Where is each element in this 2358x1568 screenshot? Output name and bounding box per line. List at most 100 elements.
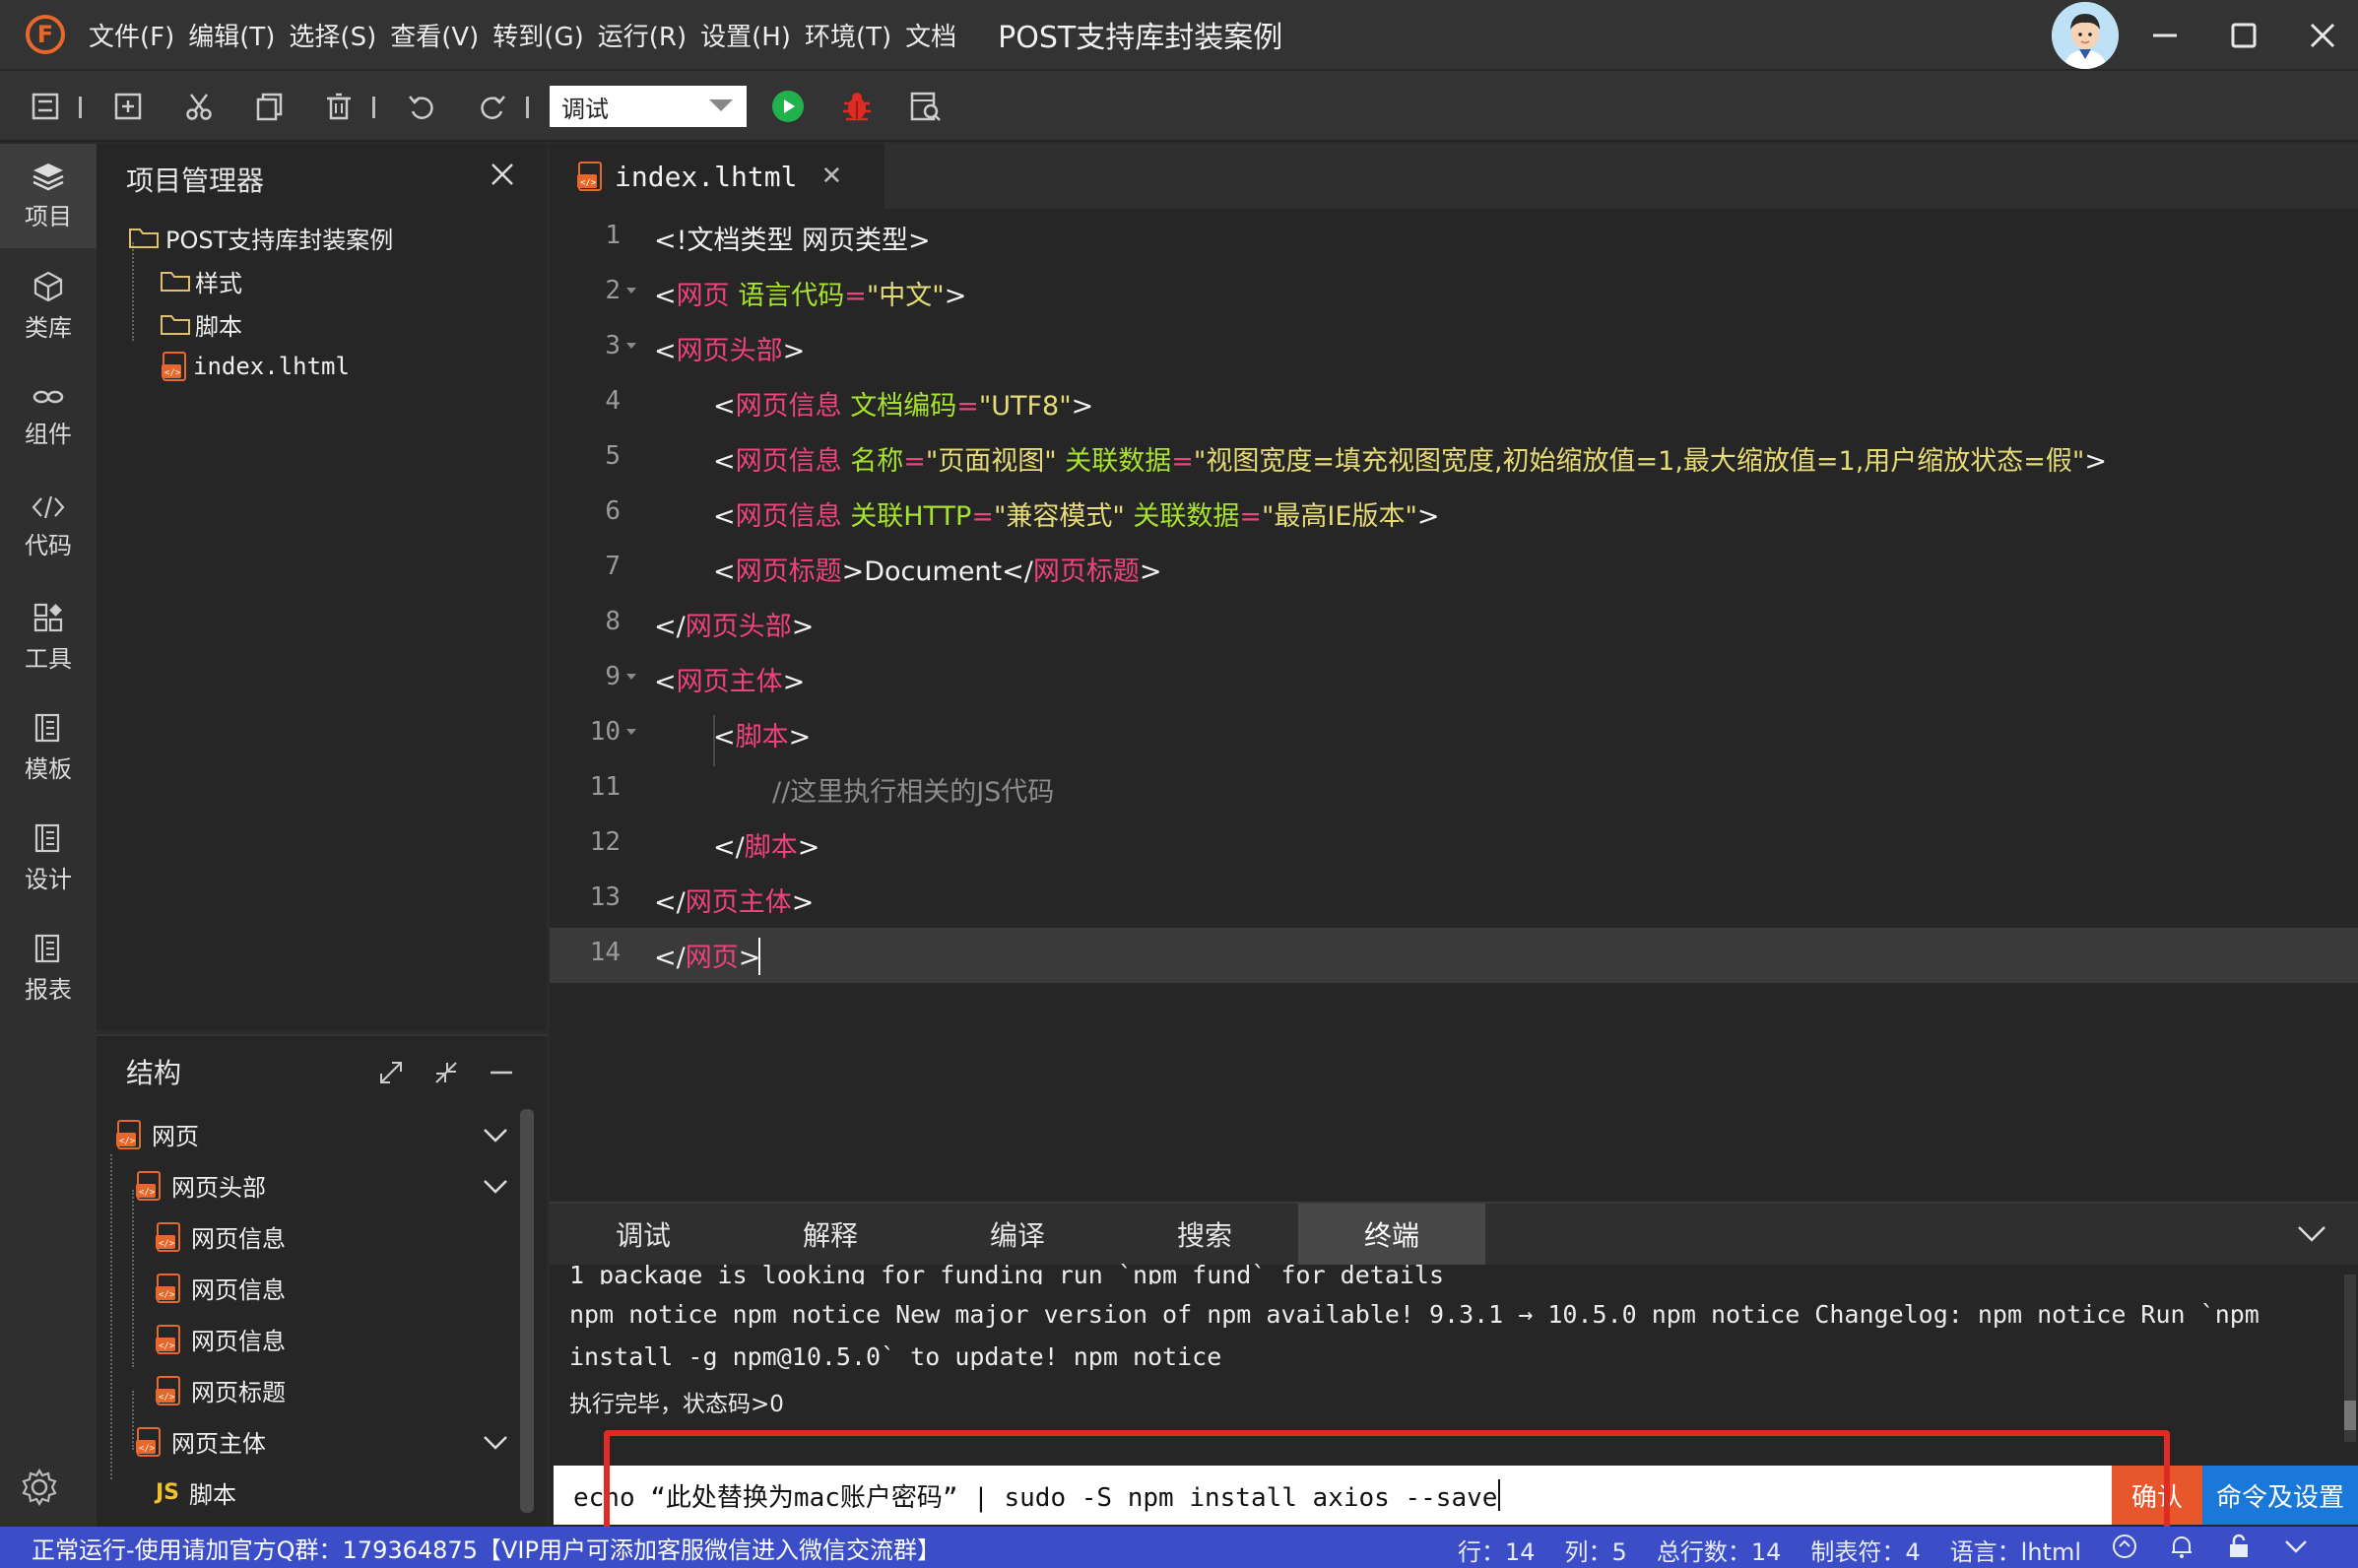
menu-file[interactable]: 文件(F)	[89, 17, 174, 53]
new-file-icon[interactable]	[110, 89, 146, 124]
menu-environment[interactable]: 环境(T)	[805, 17, 891, 53]
chevron-down-icon[interactable]	[483, 1123, 508, 1148]
structure-node-label: 网页	[152, 1123, 199, 1150]
tab-index-lhtml[interactable]: </> index.lhtml ✕	[550, 144, 884, 209]
code-tag: 网页主体	[685, 887, 792, 918]
activity-label: 组件	[25, 420, 72, 448]
sync-icon[interactable]	[2111, 1533, 2138, 1567]
structure-scrollbar[interactable]	[520, 1109, 534, 1513]
user-avatar[interactable]	[2052, 2, 2119, 69]
fold-arrow-icon[interactable]	[626, 343, 636, 349]
lock-icon[interactable]	[2225, 1533, 2253, 1567]
structure-node-head[interactable]: </> 网页头部	[134, 1168, 266, 1203]
structure-node-meta[interactable]: </> 网页信息	[154, 1271, 286, 1305]
debug-bug-icon[interactable]	[839, 89, 875, 124]
activity-label: 设计	[25, 865, 72, 893]
menu-settings[interactable]: 设置(H)	[700, 17, 791, 53]
toolbar: 调试	[0, 71, 2358, 142]
tree-item-scripts[interactable]: 脚本	[160, 307, 242, 342]
fold-arrow-icon[interactable]	[626, 674, 636, 680]
delete-icon[interactable]	[321, 89, 357, 124]
tree-item-index-file[interactable]: </> index.lhtml	[160, 351, 350, 382]
status-language: 语言：lhtml	[1949, 1538, 2081, 1566]
line-number: 13	[589, 882, 621, 912]
tab-debug[interactable]: 调试	[550, 1204, 737, 1265]
fold-arrow-icon[interactable]	[626, 288, 636, 294]
structure-node-meta[interactable]: </> 网页信息	[154, 1219, 286, 1254]
structure-node-meta[interactable]: </> 网页信息	[154, 1322, 286, 1356]
menu-docs[interactable]: 文档	[905, 17, 956, 53]
preview-search-icon[interactable]	[908, 89, 944, 124]
line-number: 14	[589, 938, 621, 967]
tree-item-project-root[interactable]: POST支持库封装案例	[128, 221, 393, 255]
structure-node-page[interactable]: </> 网页	[114, 1117, 199, 1151]
copy-icon[interactable]	[252, 89, 288, 124]
layers-icon	[33, 163, 64, 190]
svg-text:</>: </>	[139, 1444, 156, 1454]
toolbar-separator	[526, 97, 529, 118]
tab-interpret[interactable]: 解释	[737, 1204, 924, 1265]
code-line: 2 <网页 语言代码="中文">	[550, 264, 2358, 319]
activity-bar: 项目 类库 组件 代码 工具 模板 设计 报表	[0, 144, 97, 1527]
structure-node-script[interactable]: JS 脚本	[156, 1475, 236, 1510]
chevron-down-icon[interactable]	[2282, 1533, 2310, 1567]
terminal-scrollbar-thumb[interactable]	[2344, 1401, 2356, 1430]
close-icon[interactable]	[489, 158, 516, 197]
collapse-icon[interactable]	[433, 1060, 459, 1089]
activity-library[interactable]: 类库	[0, 254, 97, 359]
tab-compile[interactable]: 编译	[924, 1204, 1111, 1265]
activity-tools[interactable]: 工具	[0, 585, 97, 689]
fold-arrow-icon[interactable]	[626, 729, 636, 735]
bell-icon[interactable]	[2168, 1533, 2195, 1567]
activity-reports[interactable]: 报表	[0, 916, 97, 1020]
html-file-icon: </>	[577, 162, 602, 191]
command-settings-button[interactable]: 命令及设置	[2202, 1466, 2358, 1525]
chevron-down-icon[interactable]	[483, 1430, 508, 1456]
html-file-icon: </>	[136, 1170, 161, 1201]
minimize-panel-icon[interactable]	[489, 1060, 514, 1089]
menu-goto[interactable]: 转到(G)	[492, 17, 583, 53]
code-attribute: 关联数据	[1065, 446, 1172, 477]
chevron-down-icon[interactable]	[2297, 1221, 2326, 1251]
menu-select[interactable]: 选择(S)	[289, 17, 376, 53]
cut-icon[interactable]	[181, 89, 217, 124]
activity-design[interactable]: 设计	[0, 806, 97, 910]
gear-icon[interactable]	[20, 1468, 59, 1511]
chevron-down-icon[interactable]	[483, 1174, 508, 1200]
expand-icon[interactable]	[378, 1060, 404, 1089]
code-tag: 网页头部	[676, 336, 783, 366]
svg-text:</>: </>	[159, 1341, 175, 1351]
app-logo: F	[26, 15, 65, 54]
activity-code[interactable]: 代码	[0, 475, 97, 579]
run-icon[interactable]	[770, 89, 806, 124]
line-number: 7	[605, 552, 621, 581]
close-window-button[interactable]	[2301, 14, 2344, 57]
run-mode-select[interactable]: 调试	[550, 86, 747, 127]
menu-run[interactable]: 运行(R)	[598, 17, 687, 53]
tree-item-styles[interactable]: 样式	[160, 264, 242, 298]
activity-components[interactable]: 组件	[0, 364, 97, 469]
code-string: "页面视图"	[925, 446, 1057, 477]
tab-search[interactable]: 搜索	[1111, 1204, 1298, 1265]
code-tag: 网页信息	[735, 501, 842, 532]
link-icon	[33, 390, 64, 403]
structure-node-body[interactable]: </> 网页主体	[134, 1424, 266, 1459]
code-tag: 网页主体	[676, 667, 783, 697]
code-editor[interactable]: </> index.lhtml ✕ 1 <!文档类型 网页类型> 2 <网页 语…	[550, 144, 2358, 1202]
tab-close-icon[interactable]: ✕	[820, 162, 842, 191]
svg-text:</>: </>	[164, 368, 181, 378]
menu-view[interactable]: 查看(V)	[390, 17, 479, 53]
menu-edit[interactable]: 编辑(T)	[188, 17, 275, 53]
minimize-button[interactable]	[2143, 14, 2187, 57]
undo-icon[interactable]	[404, 89, 439, 124]
save-icon[interactable]	[28, 89, 63, 124]
status-column: 列：5	[1564, 1538, 1627, 1566]
structure-node-title[interactable]: </> 网页标题	[154, 1373, 286, 1407]
activity-templates[interactable]: 模板	[0, 695, 97, 800]
maximize-button[interactable]	[2222, 14, 2265, 57]
redo-icon[interactable]	[475, 89, 510, 124]
activity-project[interactable]: 项目	[0, 144, 97, 248]
terminal-line: 1 package is looking for funding run `np…	[569, 1261, 1445, 1284]
activity-label: 代码	[25, 531, 72, 559]
tab-terminal[interactable]: 终端	[1298, 1204, 1485, 1265]
